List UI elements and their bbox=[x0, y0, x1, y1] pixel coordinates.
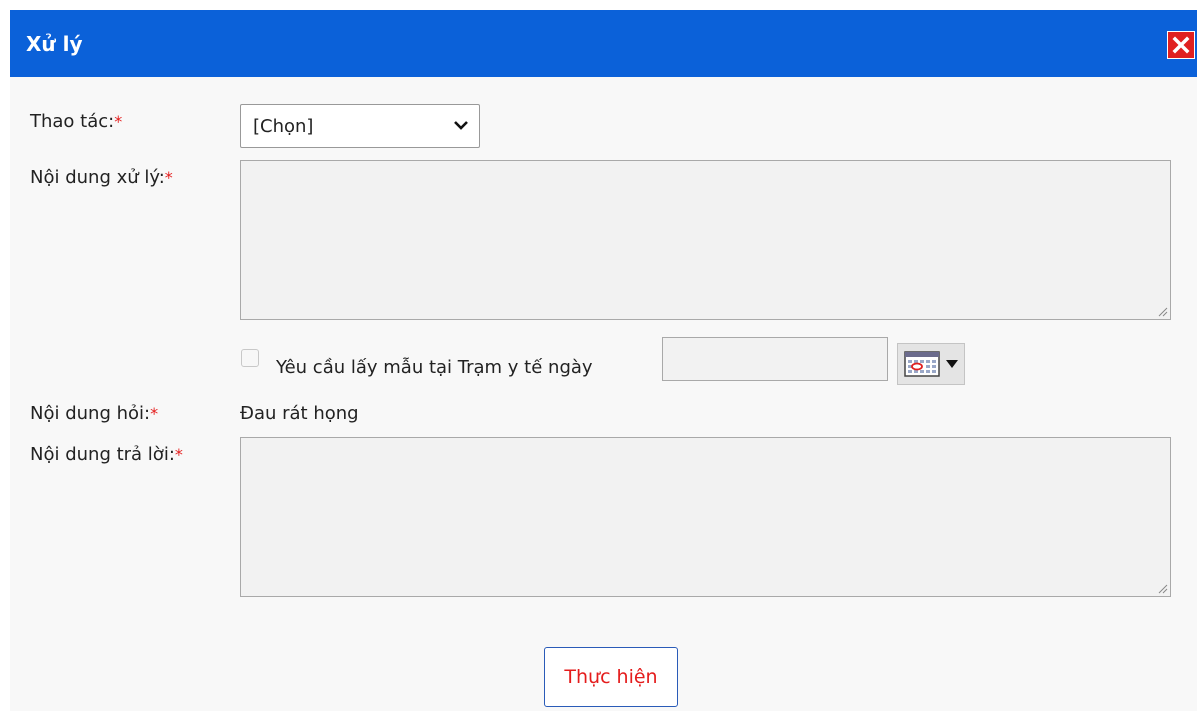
operation-selected-value: [Chọn] bbox=[253, 116, 314, 137]
sample-request-label: Yêu cầu lấy mẫu tại Trạm y tế ngày bbox=[276, 357, 593, 378]
chevron-down-icon bbox=[454, 121, 468, 130]
sample-request-checkbox[interactable] bbox=[241, 349, 259, 367]
close-button[interactable] bbox=[1167, 31, 1195, 59]
dialog-titlebar: Xử lý bbox=[10, 10, 1197, 77]
sample-date-input[interactable] bbox=[662, 337, 888, 381]
calendar-icon bbox=[904, 351, 958, 377]
required-mark: * bbox=[114, 112, 123, 131]
dialog-title: Xử lý bbox=[26, 32, 83, 56]
resize-grip-icon[interactable] bbox=[1156, 305, 1168, 317]
operation-label-text: Thao tác: bbox=[30, 111, 115, 132]
question-label-text: Nội dung hỏi: bbox=[30, 403, 151, 424]
close-icon bbox=[1172, 36, 1190, 54]
process-content-label: Nội dung xử lý:* bbox=[30, 167, 173, 188]
submit-button[interactable]: Thực hiện bbox=[544, 647, 678, 707]
question-label: Nội dung hỏi:* bbox=[30, 403, 158, 424]
resize-grip-icon[interactable] bbox=[1156, 582, 1168, 594]
required-mark: * bbox=[164, 168, 173, 187]
process-content-textarea[interactable] bbox=[240, 160, 1171, 320]
answer-textarea[interactable] bbox=[240, 437, 1171, 597]
required-mark: * bbox=[150, 404, 159, 423]
operation-label: Thao tác:* bbox=[30, 111, 122, 132]
process-content-label-text: Nội dung xử lý: bbox=[30, 167, 165, 188]
operation-select[interactable]: [Chọn] bbox=[240, 104, 480, 148]
required-mark: * bbox=[174, 445, 183, 464]
calendar-button[interactable] bbox=[897, 343, 965, 385]
process-dialog: Xử lý Thao tác:* [Chọn] Nội dung xử lý:*… bbox=[10, 10, 1197, 711]
question-value: Đau rát họng bbox=[240, 403, 359, 424]
answer-label: Nội dung trả lời:* bbox=[30, 444, 183, 465]
answer-label-text: Nội dung trả lời: bbox=[30, 444, 175, 465]
